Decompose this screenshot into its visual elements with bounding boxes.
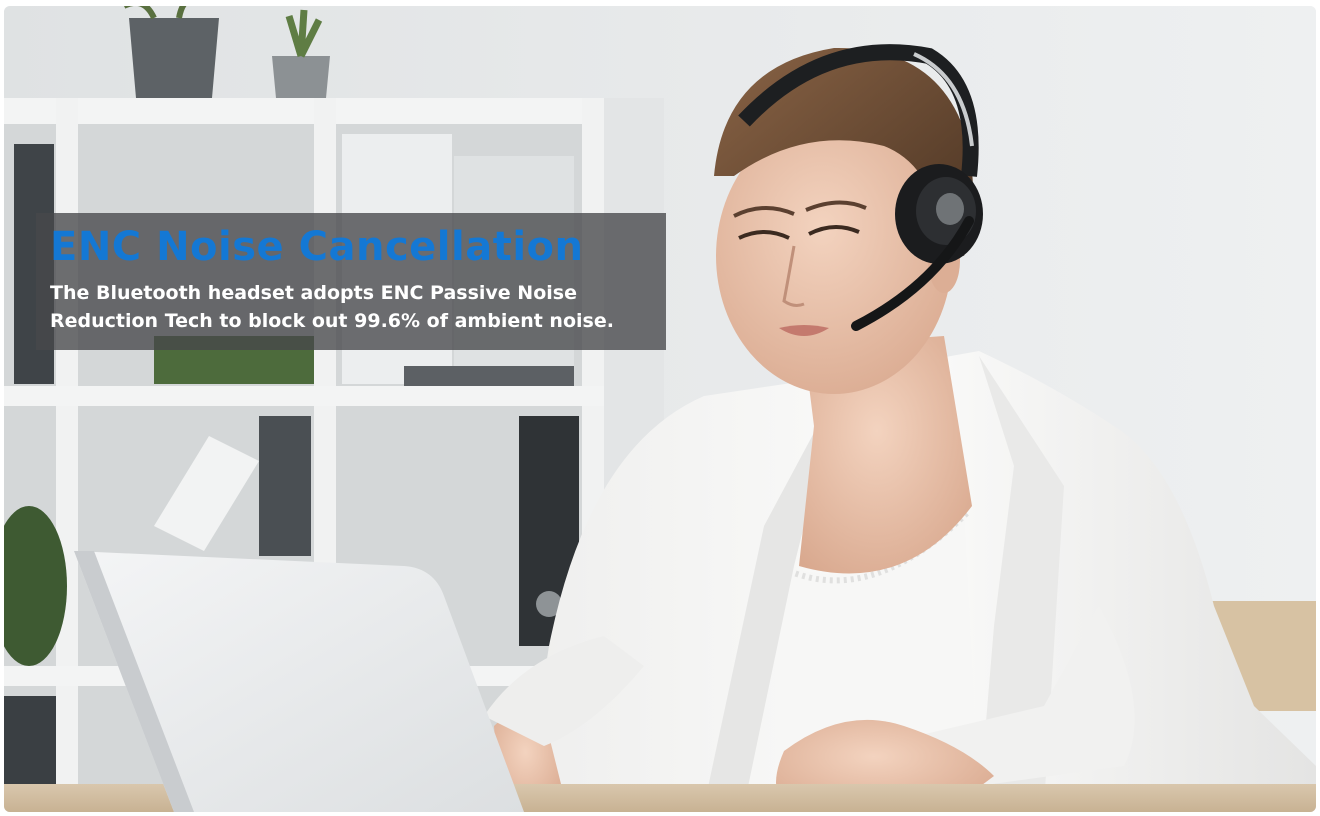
office-scene-photo: [4, 6, 1316, 812]
feature-banner: ENC Noise Cancellation The Bluetooth hea…: [36, 213, 666, 350]
feature-description: The Bluetooth headset adopts ENC Passive…: [50, 282, 614, 332]
product-image-frame: ENC Noise Cancellation The Bluetooth hea…: [4, 6, 1316, 812]
feature-headline: ENC Noise Cancellation: [50, 224, 584, 270]
